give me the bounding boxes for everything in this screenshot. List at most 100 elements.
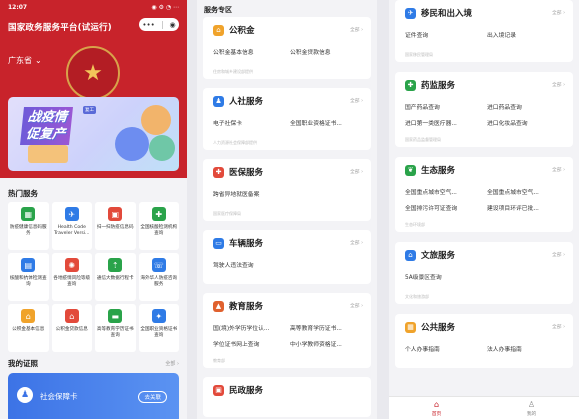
hot-service-item[interactable]: ▣ 扫一扫防疫信息码	[95, 202, 136, 250]
card-item[interactable]: 全国重点城市空气...	[405, 187, 483, 196]
national-emblem-icon: ★	[66, 46, 120, 100]
card-all-link[interactable]: 全部 ›	[350, 26, 363, 33]
home-icon: ⌂	[433, 399, 440, 409]
social-security-card-name: 社会保障卡	[40, 392, 78, 401]
service-card: ♟ 人社服务 全部 › 电子社保卡 全国职业资格证书... 人力资源社会保障部提供	[203, 88, 371, 150]
hot-service-label: 公积金贷款信息	[55, 327, 88, 332]
region-selector[interactable]: 广东省 ⌄	[8, 55, 42, 66]
card-all-link[interactable]: 全部 ›	[350, 302, 363, 309]
card-source: 住房和城乡建设部提供	[213, 69, 253, 74]
home-panel: 12:07 ◉ ⚙ ◔ ⋯ 国家政务服务平台(试运行) ••• ◉ ★ 广东省 …	[0, 0, 187, 419]
app-title: 国家政务服务平台(试运行)	[8, 23, 112, 33]
hot-service-item[interactable]: ▬ 高等教育学历证书查询	[95, 304, 136, 352]
house-loan-icon: ⌂	[64, 309, 79, 323]
card-item[interactable]: 证件查询	[405, 30, 483, 39]
card-items: 国(境)外学历学位认... 高等教育学历证书... 学位证书网上查询 中小学教师资格证…	[213, 323, 363, 348]
car-icon: ▭	[213, 237, 224, 249]
card-all-link[interactable]: 全部 ›	[552, 323, 565, 330]
hot-service-item[interactable]: ▦ 防疫健康信息码服务	[8, 202, 49, 250]
banner-line-2: 促复产	[25, 127, 66, 142]
service-card: ▲ 教育服务 全部 › 国(境)外学历学位认... 高等教育学历证书... 学位证书网上查…	[203, 293, 371, 368]
close-circle-icon[interactable]: ◉	[169, 21, 175, 29]
hot-service-item[interactable]: ✦ 全国职业资格证书查询	[138, 304, 179, 352]
card-all-link[interactable]: 全部 ›	[350, 97, 363, 104]
card-item[interactable]: 进口化妆品查询	[487, 118, 565, 127]
hot-service-item[interactable]: ✺ 各地疫情风险等级查询	[51, 253, 92, 301]
card-item[interactable]: 出入境记录	[487, 30, 565, 39]
card-item[interactable]: 建设项目环评已批...	[487, 203, 565, 212]
promo-banner[interactable]: 战疫情 促复产 复工	[8, 97, 179, 171]
card-all-link[interactable]: 全部 ›	[552, 251, 565, 258]
card-all-link[interactable]: 全部 ›	[552, 81, 565, 88]
card-item[interactable]: 公积金贷款信息	[290, 47, 363, 56]
my-certs-header: 我的证照 全部 ›	[8, 358, 179, 369]
card-all-link[interactable]: 全部 ›	[552, 166, 565, 173]
person-icon: ♟	[213, 95, 224, 107]
chevron-down-icon: ⌄	[35, 56, 42, 65]
my-certs-all-link[interactable]: 全部 ›	[165, 360, 179, 367]
card-item[interactable]: 5A级景区查询	[405, 272, 483, 281]
tab-home[interactable]: ⌂ 首页	[389, 397, 484, 419]
hot-service-item[interactable]: ☏ 海外华人防疫咨询服务	[138, 253, 179, 301]
status-time: 12:07	[8, 3, 28, 11]
hot-service-item[interactable]: ✈ Health Code Traveler Versi...	[51, 202, 92, 250]
service-zone-title: 服务专区	[204, 6, 232, 14]
card-item[interactable]: 国(境)外学历学位认...	[213, 323, 286, 332]
hot-service-label: 全国核酸检测机构查询	[140, 225, 178, 236]
card-source: 国家药品监督管理局	[405, 137, 441, 142]
hot-service-item[interactable]: ⌂ 公积金基本信息	[8, 304, 49, 352]
card-item[interactable]: 进口第一类医疗器...	[405, 118, 483, 127]
grid-icon: ▦	[405, 321, 416, 333]
card-item[interactable]: 公积金基本信息	[213, 47, 286, 56]
card-title: 教育服务	[229, 302, 264, 312]
card-item[interactable]: 全国排污许可证查询	[405, 203, 483, 212]
user-avatar-icon: ♟	[17, 387, 33, 403]
card-item[interactable]: 高等教育学历证书...	[290, 323, 363, 332]
card-title: 民政服务	[229, 386, 264, 396]
social-security-card[interactable]: ♟ 社会保障卡 去关联	[8, 373, 179, 419]
more-icon[interactable]: •••	[142, 21, 154, 29]
card-header: ▲ 教育服务	[213, 300, 263, 312]
hot-service-item[interactable]: ✚ 全国核酸检测机构查询	[138, 202, 179, 250]
hot-service-item[interactable]: ▤ 核酸和抗体检测查询	[8, 253, 49, 301]
card-item[interactable]: 全国重点城市空气...	[487, 187, 565, 196]
hot-service-item[interactable]: ⇡ 通信大数据行程卡	[95, 253, 136, 301]
banner-headline: 战疫情 促复产	[20, 107, 74, 145]
link-card-button[interactable]: 去关联	[138, 391, 167, 403]
tab-home-label: 首页	[431, 411, 442, 417]
card-item[interactable]: 驾驶人违法查询	[213, 260, 286, 269]
service-card: ✚ 医保服务 全部 › 跨省异地就医备案 国家医疗保障局	[203, 159, 371, 221]
hot-service-item[interactable]: ⌂ 公积金贷款信息	[51, 304, 92, 352]
card-item[interactable]: 跨省异地就医备案	[213, 189, 286, 198]
card-all-link[interactable]: 全部 ›	[350, 168, 363, 175]
card-item[interactable]: 国产药品查询	[405, 102, 483, 111]
bottom-tab-bar: ⌂ 首页 ♙ 我的	[389, 396, 579, 419]
card-item[interactable]: 个人办事指南	[405, 344, 483, 353]
card-item[interactable]: 电子社保卡	[213, 118, 286, 127]
card-all-link[interactable]: 全部 ›	[350, 239, 363, 246]
service-card: ⌂ 公积金 全部 › 公积金基本信息 公积金贷款信息住房和城乡建设部提供	[203, 17, 371, 79]
house-icon: ⌂	[213, 24, 224, 36]
service-card: ✈ 移民和出入境 全部 › 证件查询 出入境记录 国家移民管理局	[395, 0, 573, 62]
more-services-panel: ✈ 移民和出入境 全部 › 证件查询 出入境记录 国家移民管理局 ✚ 药监服务 全部 › 国产药品…	[389, 0, 579, 419]
plane-icon: ✈	[64, 207, 79, 221]
card-title: 生态服务	[421, 166, 456, 176]
hot-service-label: 公积金基本信息	[12, 327, 45, 332]
capsule-divider	[161, 20, 163, 29]
hot-service-label: 各地疫情风险等级查询	[53, 276, 91, 287]
card-title: 人社服务	[229, 97, 264, 107]
tab-mine[interactable]: ♙ 我的	[484, 397, 579, 419]
card-items: 证件查询 出入境记录	[405, 30, 565, 39]
card-item[interactable]: 中小学教师资格证...	[290, 339, 363, 348]
banner-figure-orange	[141, 105, 171, 135]
medicine-icon: ✚	[405, 79, 416, 91]
card-header: ⌂ 公积金	[213, 24, 255, 36]
card-item[interactable]: 学位证书网上查询	[213, 339, 286, 348]
card-item[interactable]: 进口药品查询	[487, 102, 565, 111]
hospital-icon: ✚	[151, 207, 166, 221]
card-all-link[interactable]: 全部 ›	[552, 9, 565, 16]
immigration-icon: ✈	[405, 7, 416, 19]
card-item[interactable]: 全国职业资格证书...	[290, 118, 363, 127]
mini-program-capsule[interactable]: ••• ◉	[139, 18, 179, 31]
card-item[interactable]: 法人办事指南	[487, 344, 565, 353]
